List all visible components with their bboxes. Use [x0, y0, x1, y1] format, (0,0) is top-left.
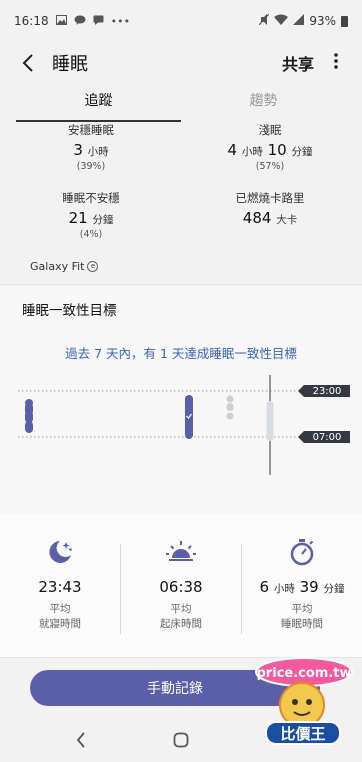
tab-bar: 追蹤 趨勢	[16, 90, 346, 122]
stat-value: 3 小時	[73, 141, 109, 159]
avg-sleeptime-label: 平均 睡眠時間	[281, 603, 323, 631]
stat-value: 484 大卡	[242, 209, 298, 227]
back-chevron-icon	[22, 54, 33, 72]
day-bar-thu	[226, 395, 234, 420]
status-bar: 16:18 ••• 93%	[0, 0, 362, 42]
day-bar-sat	[25, 399, 33, 433]
stat-label: 安穩睡眠	[68, 123, 114, 137]
target-start-label: 23:00	[312, 386, 342, 397]
card-title: 睡眠一致性目標	[22, 303, 117, 319]
stat-percent: (39%)	[76, 161, 106, 172]
stat-restless-sleep: 睡眠不安穩 21 分鐘 (4%)	[16, 190, 166, 240]
device-name: Galaxy Fit	[30, 260, 85, 273]
stat-label: 淺眠	[258, 123, 282, 137]
line-chat-icon	[74, 15, 86, 28]
avg-bedtime-value: 23:43	[38, 578, 82, 596]
status-time: 16:18	[14, 14, 49, 28]
stat-calories: 已燃燒卡路里 484 大卡	[195, 190, 345, 227]
avg-waketime-value: 06:38	[159, 578, 203, 596]
battery-icon	[341, 15, 348, 27]
signal-icon	[293, 14, 305, 28]
app-header: 睡眠 共享	[0, 42, 362, 84]
target-end-label: 07:00	[312, 432, 342, 443]
tab-tracking[interactable]: 追蹤	[16, 90, 181, 122]
avg-sleeptime-value: 6 小時 39 分鐘	[259, 578, 345, 596]
stat-stable-sleep: 安穩睡眠 3 小時 (39%)	[16, 122, 166, 172]
day-bar-fri	[266, 375, 274, 475]
more-vertical-icon	[334, 52, 338, 69]
more-options-button[interactable]	[324, 52, 348, 74]
watermark-logo: price.com.tw 比價王	[252, 650, 360, 750]
wifi-icon	[274, 14, 289, 28]
stat-label: 已燃燒卡路里	[235, 191, 305, 205]
tab-trends[interactable]: 趨勢	[181, 90, 346, 122]
message-icon	[93, 15, 104, 28]
device-badge-icon: e	[87, 261, 99, 272]
page-title: 睡眠	[52, 54, 88, 75]
avg-bedtime: 23:43 平均 就寢時間	[0, 536, 120, 632]
share-button[interactable]: 共享	[282, 51, 314, 75]
avg-waketime: 06:38 平均 起床時間	[121, 536, 241, 632]
nav-back-icon	[76, 732, 85, 748]
sleep-consistency-card[interactable]: 睡眠一致性目標 過去 7 天內，有 1 天達成睡眠一致性目標 23:00 07:…	[0, 284, 362, 531]
consistency-chart: 23:00 07:00	[0, 365, 362, 475]
day-bar-wed	[185, 395, 193, 439]
nav-back-button[interactable]	[66, 725, 96, 755]
stat-light-sleep: 淺眠 4 小時 10 分鐘 (57%)	[195, 122, 345, 172]
gallery-icon	[55, 14, 67, 28]
svg-text:price.com.tw: price.com.tw	[257, 666, 352, 681]
more-dots-icon: •••	[110, 14, 131, 28]
nav-home-button[interactable]	[166, 725, 196, 755]
stat-value: 21 分鐘	[68, 209, 114, 227]
avg-sleeptime: 6 小時 39 分鐘 平均 睡眠時間	[242, 536, 362, 632]
stat-value: 4 小時 10 分鐘	[227, 141, 313, 159]
stat-percent: (57%)	[255, 161, 285, 172]
stat-percent: (4%)	[79, 229, 103, 240]
nav-home-icon	[173, 732, 189, 748]
sunrise-icon	[121, 536, 241, 568]
sleep-averages: 23:43 平均 就寢時間 06:38 平均 起床時間 6 小時 39 分鐘 平…	[0, 514, 362, 658]
moon-stars-icon	[0, 536, 120, 568]
device-source: Galaxy Fit e	[30, 260, 99, 273]
battery-percent: 93%	[309, 14, 336, 28]
consistency-summary: 過去 7 天內，有 1 天達成睡眠一致性目標	[65, 346, 297, 361]
avg-waketime-label: 平均 起床時間	[160, 603, 202, 631]
back-button[interactable]	[10, 45, 46, 81]
stat-label: 睡眠不安穩	[62, 191, 120, 205]
mute-icon	[258, 13, 270, 28]
avg-bedtime-label: 平均 就寢時間	[39, 603, 81, 631]
svg-text:比價王: 比價王	[280, 725, 325, 743]
stopwatch-icon	[242, 536, 362, 568]
